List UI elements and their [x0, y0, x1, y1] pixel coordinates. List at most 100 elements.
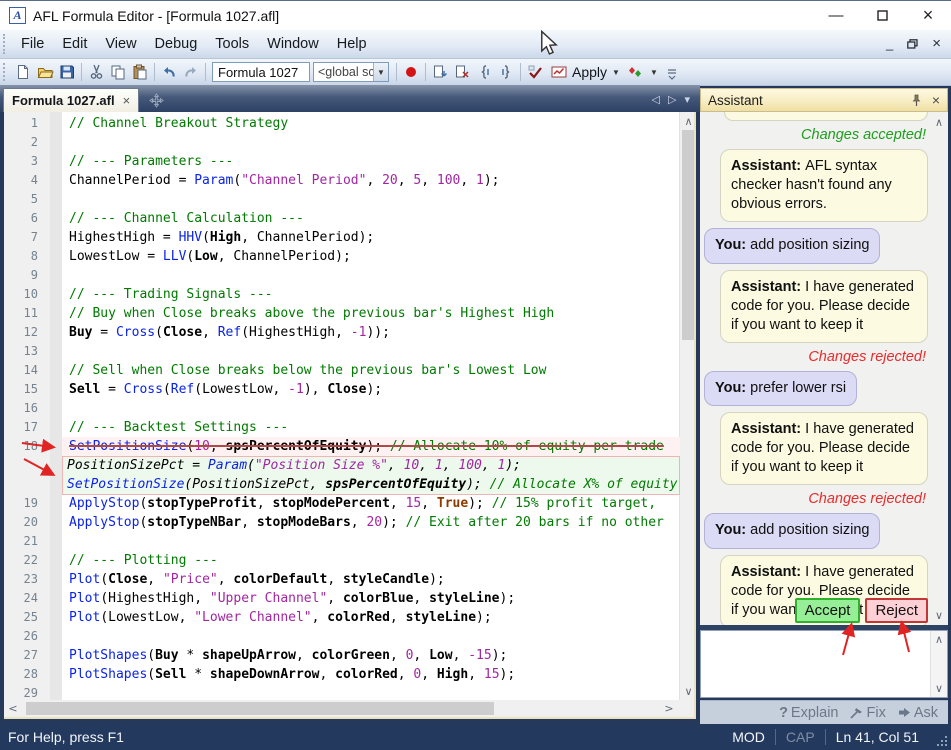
assistant-close-icon[interactable]: × — [932, 92, 940, 108]
resize-grip[interactable] — [929, 724, 951, 750]
fix-button[interactable]: Fix — [850, 705, 885, 721]
dock-move-icon[interactable] — [149, 93, 164, 108]
insert-tool-2-icon[interactable] — [451, 61, 473, 83]
redo-icon[interactable] — [180, 61, 202, 83]
tab-nav-menu-icon[interactable]: ▾ — [684, 93, 690, 106]
code-line[interactable]: 2 — [4, 133, 679, 152]
code-line[interactable]: 6// --- Channel Calculation --- — [4, 209, 679, 228]
code-line[interactable]: 28PlotShapes(Sell * shapeDownArrow, colo… — [4, 665, 679, 684]
input-scroll-down-icon[interactable]: ∨ — [931, 682, 947, 695]
accept-button[interactable]: Accept — [795, 598, 861, 623]
chat-scrollbar[interactable]: ∧ ∨ — [930, 112, 948, 625]
chat-scroll-down-icon[interactable]: ∨ — [930, 608, 948, 622]
scroll-left-icon[interactable]: < — [6, 700, 20, 717]
menu-item-help[interactable]: Help — [328, 32, 376, 56]
code-line-inserted[interactable]: SetPositionSize(PositionSizePct, spsPerc… — [4, 475, 679, 494]
chat-bubble-assistant: Assistant: I have generated code for you… — [720, 270, 928, 343]
mdi-close-button[interactable]: × — [932, 39, 941, 49]
record-icon[interactable] — [400, 61, 422, 83]
tab-nav-right-icon[interactable]: ▷ — [668, 93, 676, 106]
copy-icon[interactable] — [107, 61, 129, 83]
syntax-check-icon[interactable] — [524, 61, 546, 83]
tab-close-icon[interactable]: × — [123, 93, 131, 108]
mdi-restore-button[interactable] — [907, 39, 918, 49]
code-line-inserted[interactable]: PositionSizePct = Param("Position Size %… — [4, 456, 679, 475]
formula-name-input[interactable]: Formula 1027 — [212, 62, 310, 82]
line-number: 8 — [4, 247, 38, 266]
apply-chart-icon — [548, 61, 570, 83]
code-editor[interactable]: 1// Channel Breakout Strategy23// --- Pa… — [4, 112, 696, 700]
code-line[interactable]: 14// Sell when Close breaks below the pr… — [4, 361, 679, 380]
code-line[interactable]: 25Plot(LowestLow, "Lower Channel", color… — [4, 608, 679, 627]
code-line[interactable]: 23Plot(Close, "Price", colorDefault, sty… — [4, 570, 679, 589]
apply-button[interactable]: Apply▼ — [546, 61, 625, 83]
open-file-icon[interactable] — [34, 61, 56, 83]
parameters-dropdown-icon[interactable]: ▼ — [647, 68, 661, 77]
insert-tool-3-icon[interactable] — [473, 61, 495, 83]
tab-nav-left-icon[interactable]: ◁ — [652, 93, 660, 106]
undo-icon[interactable] — [158, 61, 180, 83]
code-line[interactable]: 7HighestHigh = HHV(High, ChannelPeriod); — [4, 228, 679, 247]
chat-scroll-up-icon[interactable]: ∧ — [930, 115, 948, 129]
code-line[interactable]: 16 — [4, 399, 679, 418]
assistant-panel-header[interactable]: Assistant × — [700, 88, 948, 112]
toolbar-separator — [81, 63, 82, 81]
cut-icon[interactable] — [85, 61, 107, 83]
reject-button[interactable]: Reject — [865, 598, 928, 623]
mdi-minimize-button[interactable]: _ — [886, 39, 893, 49]
menu-item-debug[interactable]: Debug — [146, 32, 207, 56]
window-minimize-button[interactable]: — — [813, 1, 859, 30]
code-line[interactable]: 15Sell = Cross(Ref(LowestLow, -1), Close… — [4, 380, 679, 399]
code-text: // Buy when Close breaks above the previ… — [69, 304, 679, 323]
code-line[interactable]: 20ApplyStop(stopTypeNBar, stopModeBars, … — [4, 513, 679, 532]
input-scroll-up-icon[interactable]: ∧ — [931, 633, 947, 646]
code-line[interactable]: 4ChannelPeriod = Param("Channel Period",… — [4, 171, 679, 190]
code-line[interactable]: 10// --- Trading Signals --- — [4, 285, 679, 304]
menu-item-edit[interactable]: Edit — [53, 32, 96, 56]
ask-button[interactable]: Ask — [898, 705, 938, 721]
code-line[interactable]: 21 — [4, 532, 679, 551]
explain-button[interactable]: ? Explain — [779, 705, 838, 721]
code-line[interactable]: 29 — [4, 684, 679, 700]
save-file-icon[interactable] — [56, 61, 78, 83]
toolbar-overflow-icon[interactable] — [667, 64, 677, 80]
menu-item-view[interactable]: View — [96, 32, 145, 56]
horizontal-scroll-thumb[interactable] — [26, 702, 494, 715]
code-line[interactable]: 27PlotShapes(Buy * shapeUpArrow, colorGr… — [4, 646, 679, 665]
code-line[interactable]: 19ApplyStop(stopTypeProfit, stopModePerc… — [4, 494, 679, 513]
window-close-button[interactable]: × — [905, 1, 951, 30]
scroll-right-icon[interactable]: > — [662, 700, 676, 717]
apply-dropdown-icon[interactable]: ▼ — [609, 68, 623, 77]
code-line[interactable]: 12Buy = Cross(Close, Ref(HighestHigh, -1… — [4, 323, 679, 342]
menu-item-file[interactable]: File — [12, 32, 53, 56]
editor-horizontal-scrollbar[interactable]: < > — [4, 700, 696, 717]
code-line[interactable]: 24Plot(HighestHigh, "Upper Channel", col… — [4, 589, 679, 608]
code-line[interactable]: 9 — [4, 266, 679, 285]
apply-target-combo[interactable]: <global scc▼ — [313, 62, 389, 82]
code-line-deleted[interactable]: 18SetPositionSize(10, spsPercentOfEquity… — [4, 437, 679, 456]
code-line[interactable]: 13 — [4, 342, 679, 361]
code-line[interactable]: 3// --- Parameters --- — [4, 152, 679, 171]
input-scrollbar[interactable]: ∧ ∨ — [930, 631, 947, 697]
chat-status-accepted: Changes accepted! — [704, 127, 930, 143]
code-line[interactable]: 1// Channel Breakout Strategy — [4, 114, 679, 133]
assistant-input-box[interactable]: ∧ ∨ — [700, 630, 948, 698]
insert-tool-4-icon[interactable] — [495, 61, 517, 83]
menu-item-tools[interactable]: Tools — [206, 32, 258, 56]
window-maximize-button[interactable] — [859, 1, 905, 30]
combo-dropdown-icon[interactable]: ▼ — [373, 63, 388, 81]
code-line[interactable]: 26 — [4, 627, 679, 646]
code-line[interactable]: 8LowestLow = LLV(Low, ChannelPeriod); — [4, 247, 679, 266]
line-number: 11 — [4, 304, 38, 323]
pin-icon[interactable] — [911, 94, 922, 107]
code-line[interactable]: 5 — [4, 190, 679, 209]
new-file-icon[interactable] — [12, 61, 34, 83]
code-line[interactable]: 22// --- Plotting --- — [4, 551, 679, 570]
parameters-icon[interactable] — [625, 61, 647, 83]
paste-icon[interactable] — [129, 61, 151, 83]
insert-tool-1-icon[interactable] — [429, 61, 451, 83]
code-line[interactable]: 17// --- Backtest Settings --- — [4, 418, 679, 437]
menu-item-window[interactable]: Window — [258, 32, 328, 56]
code-line[interactable]: 11 // Buy when Close breaks above the pre… — [4, 304, 679, 323]
tab-formula-1027[interactable]: Formula 1027.afl × — [3, 88, 139, 112]
